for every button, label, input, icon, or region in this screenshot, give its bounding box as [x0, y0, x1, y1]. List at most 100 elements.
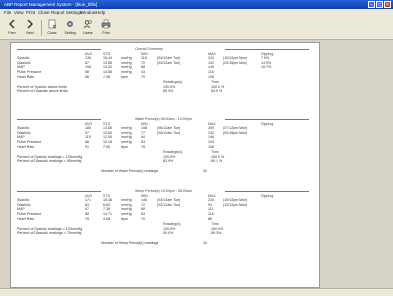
cell-unit: mmHg — [121, 65, 132, 70]
time-header: Time — [211, 80, 219, 85]
cell-min: 43 — [141, 70, 145, 74]
section-rule-left — [17, 119, 101, 120]
column-header: MIN — [141, 121, 148, 126]
section-title: Sleep Period(s) 10:00pm - 06:00am — [135, 189, 192, 193]
settings-icon — [67, 21, 73, 27]
cell-std: 12.95 — [103, 135, 112, 140]
cell-min: 88 — [141, 207, 145, 212]
cell-max: 140 — [208, 65, 214, 70]
cell-max: 210 — [208, 56, 214, 61]
menu-view[interactable]: View — [14, 9, 24, 17]
next-button[interactable]: Next — [21, 18, 39, 38]
cell-min-at: (04/12am Tue) — [157, 198, 181, 203]
section-rule-left — [17, 49, 101, 50]
arrow-left-icon — [9, 19, 15, 29]
percent-label: Percent of Systolic readings > 120mmHg — [17, 226, 83, 231]
percent-label: Percent of Diastolic above limits — [17, 89, 68, 94]
cell-std: 13.66 — [103, 126, 112, 131]
window-title: ABP Report Management System - [blue_bfi… — [4, 2, 98, 7]
section-rule-left — [17, 191, 101, 192]
toolbar-separator — [41, 20, 42, 36]
cell-max-at: (03:45pm Mon) — [223, 60, 248, 65]
readings-header: Readings(s) — [163, 80, 183, 85]
next-label: Next — [26, 31, 34, 35]
cell-dip: 15.7% — [261, 65, 272, 70]
cell-dip: 14.9% — [261, 60, 272, 65]
cell-avg: 88 — [85, 212, 89, 216]
cell-avg: 88 — [85, 140, 89, 144]
percent-readings: 90.0% — [163, 231, 174, 236]
cell-min: 72 — [141, 202, 145, 207]
cell-unit: mmHg — [121, 130, 132, 135]
prev-button[interactable]: Prev — [3, 18, 21, 38]
cell-max: 116 — [208, 70, 214, 74]
cell-name: Heart Rate — [17, 74, 35, 79]
cell-unit: mmHg — [121, 202, 132, 207]
cell-std: 13.66 — [103, 60, 112, 65]
section-title: Wake Period(s) 06:00am - 10:00pm — [135, 117, 192, 121]
cell-min: 70 — [141, 216, 145, 221]
column-header: MAX — [208, 51, 216, 56]
print-button[interactable]: Print — [97, 18, 115, 38]
users-button[interactable]: Users — [79, 18, 97, 38]
column-header: STD — [103, 193, 111, 198]
column-header: MIN — [141, 193, 148, 198]
menu-file[interactable]: File — [4, 9, 11, 17]
cell-min: 63 — [141, 212, 145, 216]
print-label: Print — [102, 31, 110, 35]
cell-min: 70 — [141, 74, 145, 79]
minimize-icon[interactable]: – — [368, 1, 375, 8]
section-rule-right — [225, 119, 309, 120]
cell-max: 86 — [208, 216, 212, 221]
menu-close[interactable]: Close — [38, 9, 50, 17]
cell-avg: 86 — [85, 74, 89, 79]
report-page: Overall Summary AVG STD MIN MAX Dipping Systol… — [10, 42, 320, 288]
cell-unit: mmHg — [121, 70, 132, 74]
readings-header: Reading(s) — [163, 222, 181, 227]
cell-avg: 97 — [85, 130, 89, 135]
close-button[interactable]: Close — [43, 18, 61, 38]
cell-min: 76 — [141, 144, 145, 149]
column-header: MAX — [208, 121, 216, 126]
cell-name: Pulse Pressure — [17, 70, 42, 74]
app-window: ABP Report Management System - [blue_bfi… — [0, 0, 393, 296]
column-header: AVG — [85, 121, 93, 126]
cell-name: Systolic — [17, 56, 30, 61]
cell-name: Diastolic — [17, 130, 31, 135]
cell-unit: bpm — [121, 144, 128, 149]
cell-std: 18.46 — [103, 198, 112, 203]
column-header: Dipping — [261, 51, 274, 56]
menu-print[interactable]: Print — [26, 9, 35, 17]
cell-avg: 97 — [85, 207, 89, 212]
percent-label: Percent of Diastolic readings > 85mmHg — [17, 159, 82, 164]
column-header: MAX — [208, 193, 216, 198]
cell-max-at: (10/12pm Mon) — [223, 202, 248, 207]
column-header: STD — [103, 51, 111, 56]
menu-help[interactable]: Help — [96, 9, 105, 17]
cell-std: 13.60 — [103, 130, 112, 135]
readings-count-label: Number of Wake Period(s) readings — [101, 169, 159, 174]
cell-std: 15.18 — [103, 140, 112, 144]
cell-unit: mmHg — [121, 126, 132, 131]
percent-readings: 85.4% — [163, 89, 174, 94]
maximize-icon[interactable]: □ — [376, 1, 383, 8]
percent-readings: 100.0% — [163, 226, 176, 231]
cell-max: 116 — [208, 212, 214, 216]
percent-time: 80.1 % — [211, 159, 223, 164]
column-header: AVG — [85, 193, 93, 198]
cell-name: Pulse Pressure — [17, 140, 42, 144]
menu-report-settings[interactable]: Report Settings — [51, 9, 82, 17]
cell-avg: 87 — [85, 60, 89, 65]
menu-window[interactable]: Window — [80, 9, 96, 17]
percent-readings: 100.0% — [163, 154, 176, 159]
cell-max: 142 — [208, 60, 214, 65]
percent-time: 84.9 % — [211, 89, 223, 94]
close-icon[interactable]: × — [384, 1, 391, 8]
cell-avg: 185 — [85, 126, 91, 131]
cell-name: Diastolic — [17, 60, 31, 65]
cell-name: Diastolic — [17, 202, 31, 207]
cell-max: 142 — [208, 130, 214, 135]
percent-time: 100.0 % — [211, 154, 225, 159]
setting-button[interactable]: Setting — [61, 18, 79, 38]
time-header: Time — [211, 150, 219, 155]
